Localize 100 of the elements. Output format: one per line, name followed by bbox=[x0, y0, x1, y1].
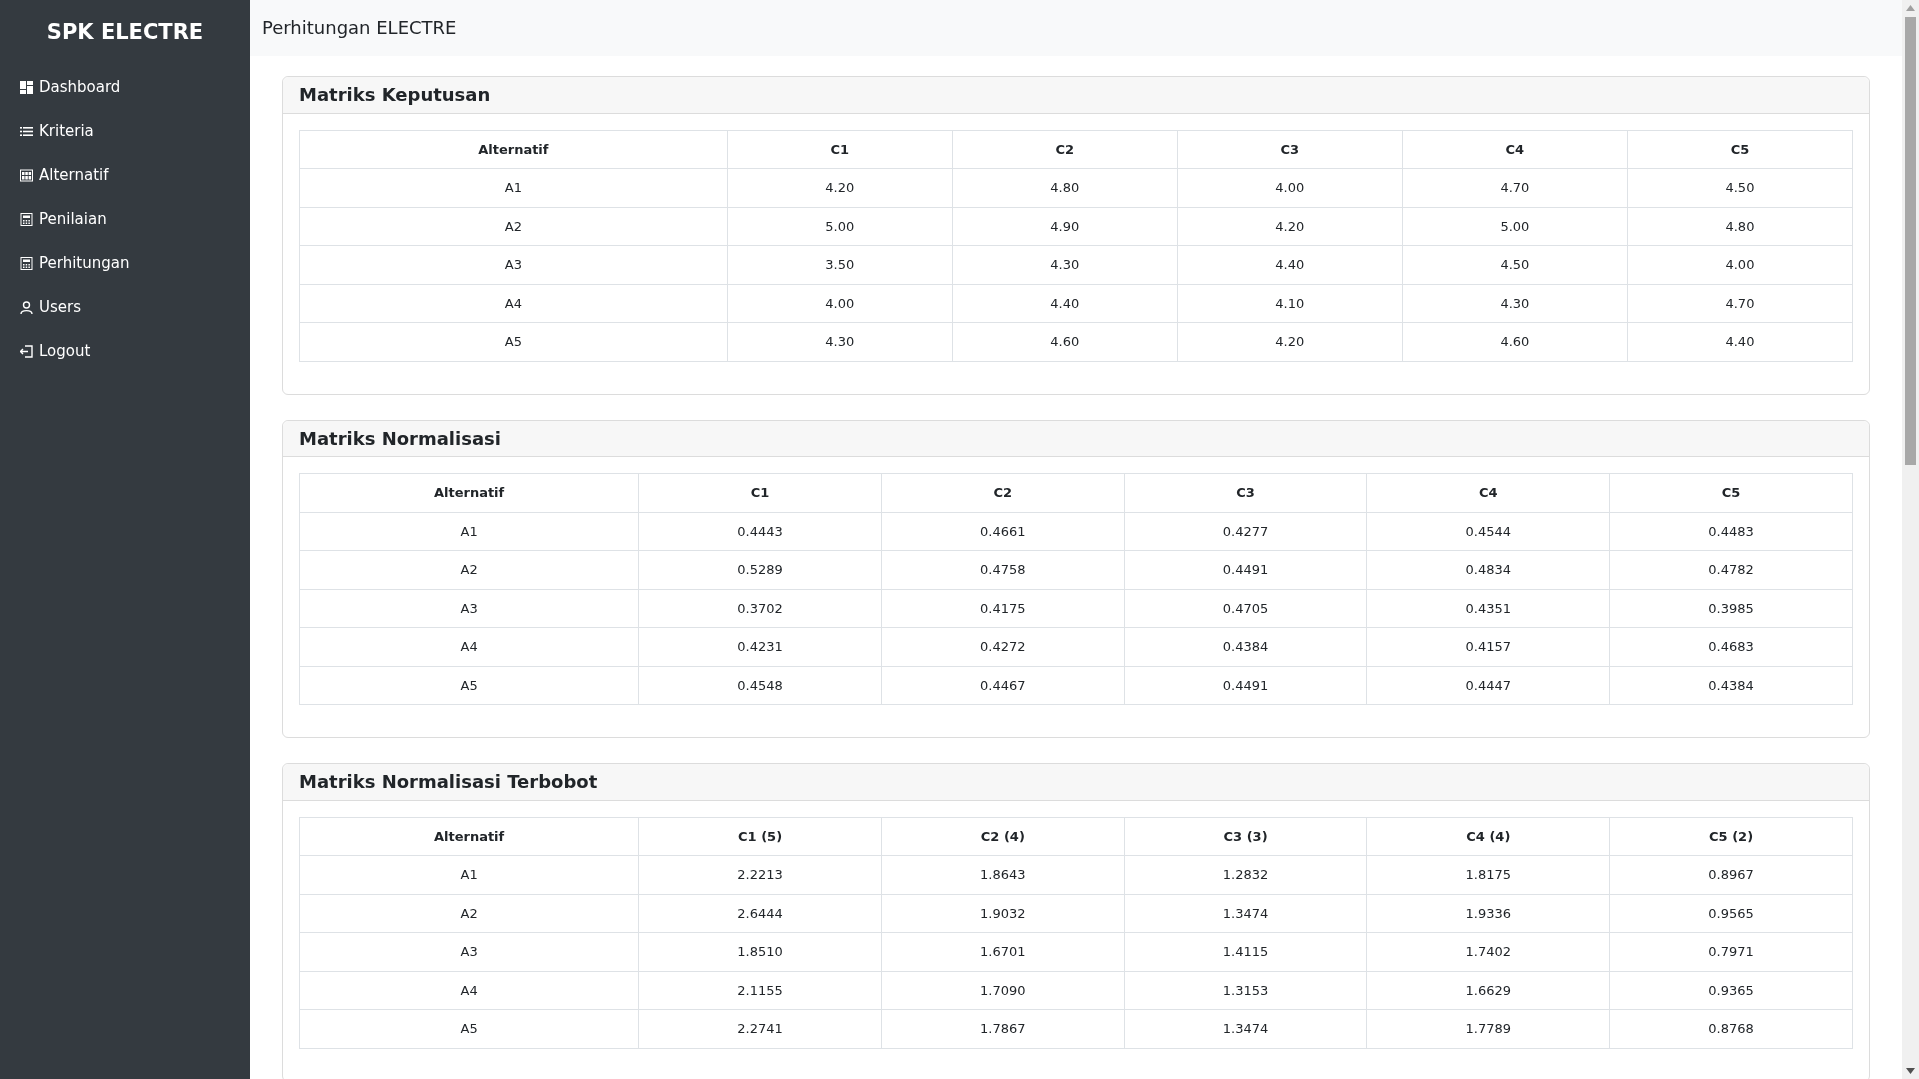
table-cell: 4.30 bbox=[727, 322, 953, 362]
table-cell: 0.4834 bbox=[1366, 550, 1610, 590]
table-cell: 0.4272 bbox=[881, 627, 1125, 667]
sidebar-item[interactable]: Users bbox=[0, 285, 250, 330]
table-cell: A4 bbox=[299, 627, 639, 667]
table-cell: 0.4491 bbox=[1124, 666, 1367, 705]
table-cell: 1.7867 bbox=[881, 1009, 1125, 1049]
table-cell: A3 bbox=[299, 245, 728, 285]
table-cell: 1.6629 bbox=[1366, 971, 1610, 1010]
table-cell: 0.4548 bbox=[638, 666, 882, 705]
table-cell: 1.7789 bbox=[1366, 1009, 1610, 1049]
sidebar-item[interactable]: Logout bbox=[0, 329, 250, 374]
table-cell: 0.4544 bbox=[1366, 512, 1610, 551]
table-cell: 2.2741 bbox=[638, 1009, 882, 1049]
table-cell: 0.4491 bbox=[1124, 550, 1367, 590]
table-cell: 1.3153 bbox=[1124, 971, 1367, 1010]
table-cell: 0.4277 bbox=[1124, 512, 1367, 551]
table-cell: 4.50 bbox=[1402, 245, 1628, 285]
user-icon bbox=[20, 300, 33, 314]
table-cell: A2 bbox=[299, 550, 639, 590]
table-cell: A4 bbox=[299, 284, 728, 323]
table-cell: A3 bbox=[299, 932, 639, 972]
table-cell: 1.4115 bbox=[1124, 932, 1367, 972]
table-cell: 4.40 bbox=[952, 284, 1178, 323]
sidebar-item[interactable]: Alternatif bbox=[0, 153, 250, 198]
card-title: Matriks Keputusan bbox=[299, 84, 492, 106]
column-header: C5 bbox=[1609, 473, 1853, 513]
table-cell: 0.5289 bbox=[638, 550, 882, 590]
table-cell: 4.80 bbox=[1627, 207, 1853, 246]
table-cell: 0.4483 bbox=[1609, 512, 1853, 551]
column-header: C3 (3) bbox=[1124, 817, 1367, 856]
scroll-up-icon[interactable] bbox=[1906, 5, 1915, 11]
table-cell: 4.40 bbox=[1177, 245, 1403, 285]
table-cell: 4.00 bbox=[1177, 168, 1403, 208]
brand-title: SPK ELECTRE bbox=[45, 19, 205, 46]
table-cell: 4.20 bbox=[1177, 207, 1403, 246]
table-cell: 4.20 bbox=[1177, 322, 1403, 362]
card-title: Matriks Normalisasi bbox=[299, 427, 502, 450]
table-cell: 0.4384 bbox=[1609, 666, 1853, 705]
sidebar-item[interactable]: Kriteria bbox=[0, 109, 250, 154]
table-cell: 0.4157 bbox=[1366, 627, 1610, 667]
table-cell: 1.8510 bbox=[638, 932, 882, 972]
table-cell: 4.60 bbox=[952, 322, 1178, 362]
table-cell: 2.6444 bbox=[638, 894, 882, 933]
table-cell: A5 bbox=[299, 1009, 639, 1049]
column-header: C4 bbox=[1366, 473, 1610, 513]
table-cell: A2 bbox=[299, 894, 639, 933]
table-cell: 0.8967 bbox=[1609, 855, 1853, 895]
table-cell: 3.50 bbox=[727, 245, 953, 285]
column-header: C5 (2) bbox=[1609, 817, 1853, 856]
table-cell: A3 bbox=[299, 589, 639, 628]
table-cell: 0.4447 bbox=[1366, 666, 1610, 705]
table-cell: A5 bbox=[299, 322, 728, 362]
table-cell: A1 bbox=[299, 855, 639, 895]
column-header: C2 bbox=[952, 130, 1178, 169]
table-cell: 4.30 bbox=[1402, 284, 1628, 323]
column-header: Alternatif bbox=[299, 473, 639, 513]
column-header: C3 bbox=[1177, 130, 1403, 169]
table-cell: 4.00 bbox=[1627, 245, 1853, 285]
table-cell: 4.20 bbox=[727, 168, 953, 208]
grid-icon bbox=[20, 168, 33, 182]
scrollbar[interactable] bbox=[1902, 0, 1919, 1079]
sidebar-item[interactable]: Perhitungan bbox=[0, 241, 250, 286]
column-header: C1 bbox=[638, 473, 882, 513]
table-cell: 4.30 bbox=[952, 245, 1178, 285]
table-cell: 0.4758 bbox=[881, 550, 1125, 590]
table-cell: 4.90 bbox=[952, 207, 1178, 246]
page-title: Perhitungan ELECTRE bbox=[262, 17, 457, 39]
table-cell: 0.4443 bbox=[638, 512, 882, 551]
table-cell: 1.9336 bbox=[1366, 894, 1610, 933]
table-cell: 0.8768 bbox=[1609, 1009, 1853, 1049]
table-cell: 1.3474 bbox=[1124, 894, 1367, 933]
table-cell: 0.4351 bbox=[1366, 589, 1610, 628]
table-cell: 1.7090 bbox=[881, 971, 1125, 1010]
sidebar-item[interactable]: Penilaian bbox=[0, 197, 250, 242]
table-cell: 5.00 bbox=[1402, 207, 1628, 246]
list-icon bbox=[20, 124, 33, 138]
scroll-down-icon[interactable] bbox=[1906, 1068, 1915, 1074]
table-cell: 0.4175 bbox=[881, 589, 1125, 628]
table-cell: 0.4231 bbox=[638, 627, 882, 667]
column-header: C1 bbox=[727, 130, 953, 169]
table-cell: A4 bbox=[299, 971, 639, 1010]
table-cell: 1.8175 bbox=[1366, 855, 1610, 895]
table-cell: 0.3985 bbox=[1609, 589, 1853, 628]
column-header: C2 (4) bbox=[881, 817, 1125, 856]
scroll-thumb[interactable] bbox=[1905, 17, 1916, 465]
table-cell: 0.4782 bbox=[1609, 550, 1853, 590]
column-header: C5 bbox=[1627, 130, 1853, 169]
table-cell: 4.00 bbox=[727, 284, 953, 323]
table-cell: 0.4705 bbox=[1124, 589, 1367, 628]
table-cell: 4.10 bbox=[1177, 284, 1403, 323]
table-cell: 4.70 bbox=[1627, 284, 1853, 323]
sidebar-item[interactable]: Dashboard bbox=[0, 65, 250, 110]
table-cell: 4.70 bbox=[1402, 168, 1628, 208]
column-header: C4 (4) bbox=[1366, 817, 1610, 856]
table-cell: 0.9365 bbox=[1609, 971, 1853, 1010]
table-cell: 0.3702 bbox=[638, 589, 882, 628]
table-cell: 0.4384 bbox=[1124, 627, 1367, 667]
table-cell: A2 bbox=[299, 207, 728, 246]
dashboard-icon bbox=[20, 80, 33, 94]
